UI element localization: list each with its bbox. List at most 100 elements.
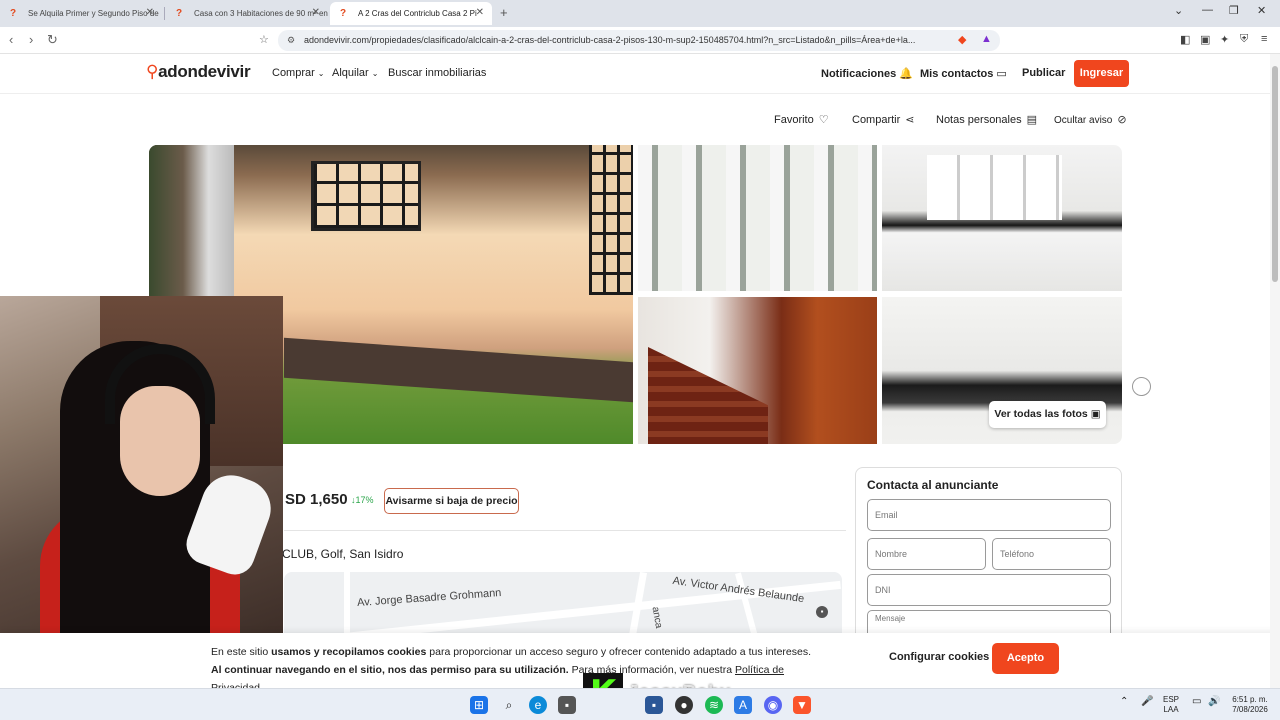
keyboard-layout: LAA — [1163, 705, 1179, 714]
view-all-photos-label: Ver todas las fotos — [994, 408, 1088, 420]
price-alert-button[interactable]: Avisarme si baja de precio — [384, 488, 519, 514]
price-drop-badge: ↓17% — [351, 495, 374, 505]
browser-tab-2[interactable]: ? Casa con 3 Habitaciones de 90 m² en ✕ — [166, 2, 328, 25]
photo-detail — [927, 155, 1062, 220]
personal-notes-button[interactable]: Notas personales ▤ — [936, 113, 1037, 126]
email-field[interactable]: Email — [867, 499, 1111, 531]
configure-cookies-button[interactable]: Configurar cookies — [889, 651, 989, 663]
menu-icon[interactable]: ≡ — [1261, 33, 1267, 45]
close-tab-icon[interactable]: ✕ — [146, 7, 154, 18]
close-tab-icon[interactable]: ✕ — [312, 7, 320, 18]
cookie-text: para proporcionar un acceso seguro y ofr… — [426, 646, 812, 658]
new-tab-icon[interactable]: + — [500, 5, 508, 20]
language-indicator[interactable]: ESP LAA — [1163, 695, 1179, 715]
gallery-icon: ▣ — [1090, 408, 1101, 420]
map-road — [735, 572, 759, 642]
location-map[interactable]: Av. Jorge Basadre Grohmann Av. Victor An… — [284, 572, 842, 642]
url-field[interactable]: ⚙ adondevivir.com/propiedades/clasificad… — [278, 30, 1000, 51]
minimize-icon[interactable]: — — [1202, 4, 1213, 16]
site-logo[interactable]: ⚲adondevivir — [146, 62, 251, 82]
dni-field[interactable]: DNI — [867, 574, 1111, 606]
share-button[interactable]: Compartir ⋖ — [852, 113, 915, 126]
contact-title: Contacta al anunciante — [867, 478, 999, 492]
browser-address-bar: ‹ › ↻ ☆ ⚙ adondevivir.com/propiedades/cl… — [0, 27, 1280, 54]
windows-taskbar: ⊞ ⌕ e ▪ ▪ ● ≋ A ◉ ▼ ⌃ 🎤 ESP LAA ▭ 🔊 6:51 … — [0, 688, 1280, 720]
map-transit-icon: ▪ — [816, 606, 828, 618]
close-window-icon[interactable]: ✕ — [1257, 4, 1266, 17]
accept-cookies-button[interactable]: Acepto — [992, 643, 1059, 674]
volume-icon[interactable]: 🔊 — [1208, 697, 1220, 707]
nav-label: Buscar inmobiliarias — [388, 67, 487, 79]
chevron-down-icon: ⌄ — [317, 69, 325, 78]
maximize-icon[interactable]: ❐ — [1229, 4, 1239, 17]
chat-icon: ▭ — [996, 68, 1007, 80]
clock[interactable]: 6:51 p. m. 7/08/2026 — [1228, 695, 1272, 715]
edge-icon[interactable]: e — [529, 696, 547, 714]
name-field[interactable]: Nombre — [867, 538, 986, 570]
network-icon[interactable]: ▭ — [1192, 697, 1201, 707]
publish-link[interactable]: Publicar — [1022, 67, 1065, 79]
browser-tab-bar: ? Se Alquila Primer y Segundo Piso de ✕ … — [0, 0, 1280, 27]
bell-icon: 🔔 — [899, 68, 913, 80]
phone-field[interactable]: Teléfono — [992, 538, 1111, 570]
clock-time: 6:51 p. m. — [1232, 695, 1268, 704]
map-street-label: anca — [649, 605, 665, 630]
brave-shields-icon[interactable]: ◆ — [958, 33, 966, 46]
logo-pin-icon: ⚲ — [146, 62, 159, 81]
search-icon[interactable]: ⌕ — [500, 696, 518, 714]
site-info-icon[interactable]: ⚙ — [287, 30, 295, 51]
cookie-banner: En este sitio usamos y recopilamos cooki… — [0, 633, 1280, 694]
microphone-tray-icon[interactable]: 🎤 — [1141, 697, 1153, 707]
app-icon[interactable]: ▪ — [645, 696, 663, 714]
back-icon[interactable]: ‹ — [9, 32, 13, 47]
photo-thumbnail-windows[interactable] — [638, 145, 877, 291]
tray-overflow-icon[interactable]: ⌃ — [1120, 697, 1128, 707]
map-street-label: Av. Jorge Basadre Grohmann — [356, 586, 502, 610]
brave-rewards-icon[interactable]: ▲ — [981, 33, 992, 45]
site-favicon-icon: ? — [10, 8, 17, 19]
reload-icon[interactable]: ↻ — [47, 32, 58, 48]
site-favicon-icon: ? — [176, 8, 183, 19]
nav-alquilar[interactable]: Alquilar ⌄ — [332, 67, 378, 79]
notifications-button[interactable]: Notificaciones 🔔 — [821, 67, 913, 80]
nav-comprar[interactable]: Comprar ⌄ — [272, 67, 325, 79]
browser-tab-1[interactable]: ? Se Alquila Primer y Segundo Piso de ✕ — [0, 2, 162, 25]
photo-detail — [589, 145, 633, 295]
wallet-icon[interactable]: ▣ — [1200, 33, 1210, 46]
share-label: Compartir — [852, 114, 901, 126]
cookie-text: En este sitio — [211, 646, 272, 658]
contacts-label: Mis contactos — [920, 68, 994, 80]
brave-icon[interactable]: ▼ — [793, 696, 811, 714]
contact-form: Contacta al anunciante Email Nombre Telé… — [855, 467, 1122, 650]
spotify-icon[interactable]: ≋ — [705, 696, 723, 714]
scrollbar-thumb[interactable] — [1272, 66, 1278, 282]
sidebar-icon[interactable]: ◧ — [1180, 33, 1190, 46]
my-contacts-button[interactable]: Mis contactos ▭ — [920, 67, 1007, 80]
hide-label: Ocultar aviso — [1054, 115, 1113, 126]
tab-title: Casa con 3 Habitaciones de 90 m² en — [194, 9, 328, 18]
app-icon[interactable]: ▪ — [558, 696, 576, 714]
favorite-button[interactable]: Favorito ♡ — [774, 113, 829, 126]
obs-icon[interactable]: ● — [675, 696, 693, 714]
vpn-icon[interactable]: ⛨ — [1240, 33, 1248, 46]
start-icon[interactable]: ⊞ — [470, 696, 488, 714]
nav-buscar-inmobiliarias[interactable]: Buscar inmobiliarias — [388, 67, 486, 79]
page-scrollbar[interactable] — [1270, 54, 1280, 688]
tab-search-icon[interactable]: ⌄ — [1174, 4, 1183, 17]
listing-address: CLUB, Golf, San Isidro — [282, 547, 404, 561]
close-tab-icon[interactable]: ✕ — [476, 7, 484, 18]
nav-label: Alquilar — [332, 67, 369, 79]
url-text: adondevivir.com/propiedades/clasificado/… — [304, 35, 916, 45]
app-store-icon[interactable]: A — [734, 696, 752, 714]
discord-icon[interactable]: ◉ — [764, 696, 782, 714]
streamer-webcam — [0, 296, 283, 646]
bookmark-icon[interactable]: ☆ — [259, 33, 269, 46]
browser-tab-3-active[interactable]: ? A 2 Cras del Contriclub Casa 2 Pi ✕ — [330, 2, 492, 25]
login-button[interactable]: Ingresar — [1074, 60, 1129, 87]
hide-listing-button[interactable]: Ocultar aviso ⊘ — [1054, 113, 1127, 126]
leo-ai-icon[interactable]: ✦ — [1220, 33, 1229, 46]
view-all-photos-button[interactable]: Ver todas las fotos ▣ — [989, 401, 1106, 428]
photo-thumbnail-kitchen[interactable] — [882, 145, 1122, 291]
forward-icon[interactable]: › — [29, 32, 33, 47]
photo-thumbnail-stairs[interactable] — [638, 297, 877, 444]
